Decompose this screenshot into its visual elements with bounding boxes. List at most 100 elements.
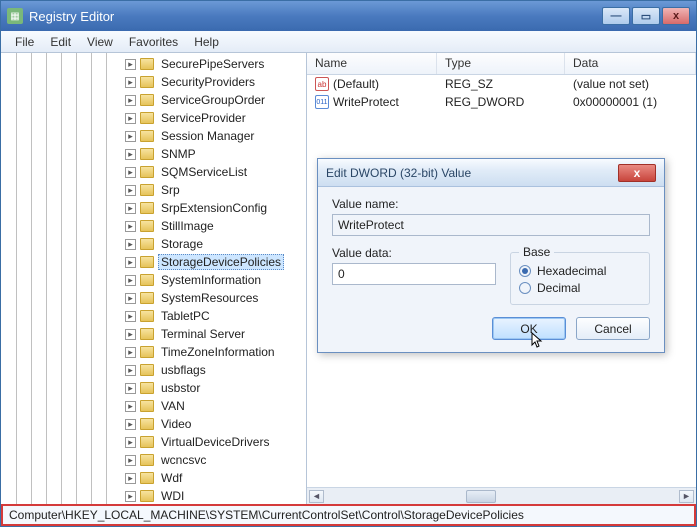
expand-icon[interactable]: ▸ — [125, 167, 136, 178]
expand-icon[interactable]: ▸ — [125, 95, 136, 106]
menu-favorites[interactable]: Favorites — [121, 33, 186, 51]
radio-hex-icon[interactable] — [519, 265, 531, 277]
menu-help[interactable]: Help — [186, 33, 227, 51]
tree-item-video[interactable]: ▸Video — [5, 415, 306, 433]
maximize-button[interactable]: ▭ — [632, 7, 660, 25]
tree-item-stillimage[interactable]: ▸StillImage — [5, 217, 306, 235]
tree-pane[interactable]: ▸SecurePipeServers▸SecurityProviders▸Ser… — [1, 53, 307, 504]
tree-item-srp[interactable]: ▸Srp — [5, 181, 306, 199]
expand-icon[interactable]: ▸ — [125, 329, 136, 340]
dialog-close-button[interactable]: x — [618, 164, 656, 182]
status-path: Computer\HKEY_LOCAL_MACHINE\SYSTEM\Curre… — [9, 508, 524, 522]
tree-item-srpextensionconfig[interactable]: ▸SrpExtensionConfig — [5, 199, 306, 217]
expand-icon[interactable]: ▸ — [125, 77, 136, 88]
value-name-cell: (Default) — [333, 77, 379, 91]
expand-icon[interactable]: ▸ — [125, 365, 136, 376]
tree-item-systeminformation[interactable]: ▸SystemInformation — [5, 271, 306, 289]
expand-icon[interactable]: ▸ — [125, 113, 136, 124]
list-row[interactable]: 011WriteProtectREG_DWORD0x00000001 (1) — [307, 93, 696, 111]
expand-icon[interactable]: ▸ — [125, 293, 136, 304]
expand-icon[interactable]: ▸ — [125, 59, 136, 70]
list-row[interactable]: ab(Default)REG_SZ(value not set) — [307, 75, 696, 93]
expand-icon[interactable]: ▸ — [125, 131, 136, 142]
tree-item-label: SNMP — [158, 146, 199, 162]
column-type[interactable]: Type — [437, 53, 565, 74]
value-data-label: Value data: — [332, 246, 496, 260]
tree-item-serviceprovider[interactable]: ▸ServiceProvider — [5, 109, 306, 127]
expand-icon[interactable]: ▸ — [125, 473, 136, 484]
menu-view[interactable]: View — [79, 33, 121, 51]
folder-icon — [140, 328, 154, 340]
folder-icon — [140, 400, 154, 412]
tree-item-storagedevicepolicies[interactable]: ▸StorageDevicePolicies — [5, 253, 306, 271]
expand-icon[interactable]: ▸ — [125, 455, 136, 466]
folder-icon — [140, 418, 154, 430]
titlebar[interactable]: ▦ Registry Editor — ▭ x — [1, 1, 696, 31]
tree-item-session-manager[interactable]: ▸Session Manager — [5, 127, 306, 145]
expand-icon[interactable]: ▸ — [125, 203, 136, 214]
tree-item-wdf[interactable]: ▸Wdf — [5, 469, 306, 487]
tree-item-wcncsvc[interactable]: ▸wcncsvc — [5, 451, 306, 469]
menu-file[interactable]: File — [7, 33, 42, 51]
value-data-field[interactable] — [332, 263, 496, 285]
tree-item-securityproviders[interactable]: ▸SecurityProviders — [5, 73, 306, 91]
tree-item-label: Terminal Server — [158, 326, 248, 342]
expand-icon[interactable]: ▸ — [125, 275, 136, 286]
folder-icon — [140, 220, 154, 232]
tree-item-snmp[interactable]: ▸ SNMP — [5, 145, 306, 163]
tree-item-storage[interactable]: ▸Storage — [5, 235, 306, 253]
close-button[interactable]: x — [662, 7, 690, 25]
expand-icon[interactable]: ▸ — [125, 491, 136, 502]
folder-icon — [140, 364, 154, 376]
base-legend: Base — [519, 245, 554, 259]
expand-icon[interactable]: ▸ — [125, 347, 136, 358]
scroll-thumb[interactable] — [466, 490, 496, 503]
tree-item-sqmservicelist[interactable]: ▸SQMServiceList — [5, 163, 306, 181]
expand-icon[interactable]: ▸ — [125, 437, 136, 448]
expand-icon[interactable]: ▸ — [125, 149, 136, 160]
column-name[interactable]: Name — [307, 53, 437, 74]
scroll-right-icon[interactable]: ► — [679, 490, 694, 503]
expand-icon[interactable]: ▸ — [125, 239, 136, 250]
tree-item-securepipeservers[interactable]: ▸SecurePipeServers — [5, 55, 306, 73]
tree-item-terminal-server[interactable]: ▸ Terminal Server — [5, 325, 306, 343]
folder-icon — [140, 166, 154, 178]
scroll-left-icon[interactable]: ◄ — [309, 490, 324, 503]
expand-icon[interactable]: ▸ — [125, 311, 136, 322]
value-name-label: Value name: — [332, 197, 650, 211]
menu-edit[interactable]: Edit — [42, 33, 79, 51]
tree-item-virtualdevicedrivers[interactable]: ▸VirtualDeviceDrivers — [5, 433, 306, 451]
minimize-button[interactable]: — — [602, 7, 630, 25]
tree-item-timezoneinformation[interactable]: ▸TimeZoneInformation — [5, 343, 306, 361]
radio-hexadecimal[interactable]: Hexadecimal — [519, 264, 641, 278]
dialog-titlebar[interactable]: Edit DWORD (32-bit) Value x — [318, 159, 664, 187]
value-type-cell: REG_DWORD — [437, 95, 565, 109]
tree-item-wdi[interactable]: ▸WDI — [5, 487, 306, 504]
folder-icon — [140, 94, 154, 106]
tree-item-van[interactable]: ▸ VAN — [5, 397, 306, 415]
tree-item-label: SystemResources — [158, 290, 261, 306]
tree-item-usbflags[interactable]: ▸usbflags — [5, 361, 306, 379]
tree-item-label: VAN — [158, 398, 188, 414]
expand-icon[interactable]: ▸ — [125, 383, 136, 394]
folder-icon — [140, 436, 154, 448]
expand-icon[interactable]: ▸ — [125, 221, 136, 232]
radio-decimal[interactable]: Decimal — [519, 281, 641, 295]
column-data[interactable]: Data — [565, 53, 696, 74]
folder-icon — [140, 472, 154, 484]
expand-icon[interactable]: ▸ — [125, 185, 136, 196]
expand-icon[interactable]: ▸ — [125, 419, 136, 430]
folder-icon — [140, 184, 154, 196]
tree-item-usbstor[interactable]: ▸ usbstor — [5, 379, 306, 397]
tree-item-tabletpc[interactable]: ▸TabletPC — [5, 307, 306, 325]
base-group: Base Hexadecimal Decimal — [510, 252, 650, 305]
tree-item-systemresources[interactable]: ▸ SystemResources — [5, 289, 306, 307]
expand-icon[interactable]: ▸ — [125, 257, 136, 268]
tree-item-label: usbstor — [158, 380, 203, 396]
expand-icon[interactable]: ▸ — [125, 401, 136, 412]
horizontal-scrollbar[interactable]: ◄ ► — [307, 487, 696, 504]
cancel-button[interactable]: Cancel — [576, 317, 650, 340]
radio-dec-icon[interactable] — [519, 282, 531, 294]
ok-button[interactable]: OK — [492, 317, 566, 340]
tree-item-servicegrouporder[interactable]: ▸ServiceGroupOrder — [5, 91, 306, 109]
